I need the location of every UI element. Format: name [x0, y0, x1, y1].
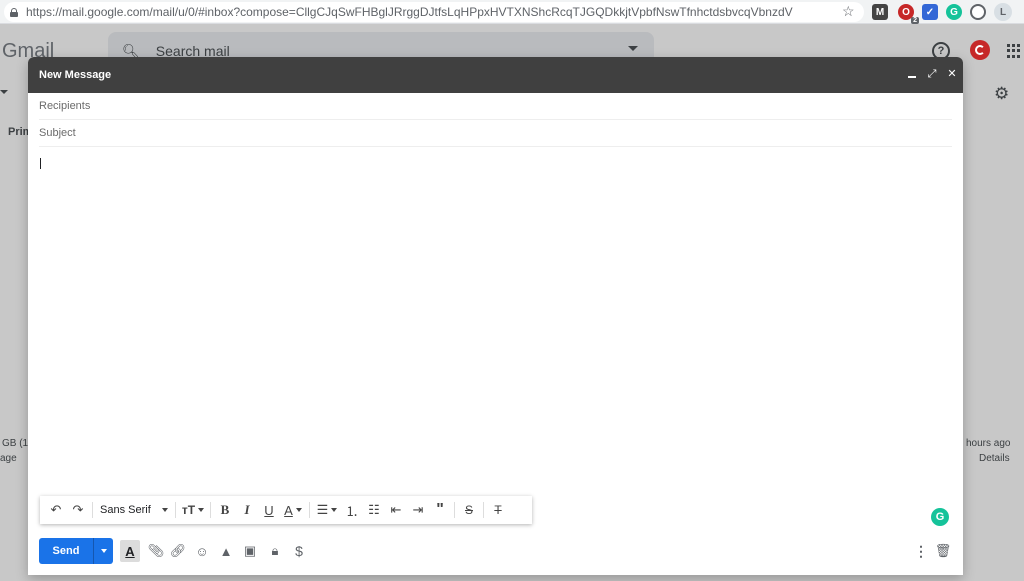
send-options-button[interactable]	[93, 538, 113, 564]
toolbar-divider	[454, 502, 455, 518]
bold-icon[interactable]: B	[214, 500, 236, 520]
extension-grammarly-icon[interactable]: G	[946, 4, 962, 20]
text-cursor	[40, 158, 41, 169]
dropdown-arrow-icon	[198, 508, 205, 512]
strikethrough-icon[interactable]: S	[458, 500, 480, 520]
insert-photo-icon[interactable]: ▣	[241, 542, 259, 560]
bulleted-list-icon[interactable]: ☷	[363, 500, 385, 520]
url-text[interactable]: https://mail.google.com/mail/u/0/#inbox?…	[26, 5, 793, 19]
manage-storage-partial[interactable]: age	[0, 453, 17, 464]
subject-field[interactable]	[39, 120, 952, 147]
extension-badge: 2	[911, 17, 919, 24]
account-avatar[interactable]	[970, 40, 990, 60]
insert-link-icon[interactable]: 🔗︎	[169, 542, 187, 560]
more-options-icon[interactable]: ⋮	[912, 542, 930, 560]
numbered-list-icon[interactable]: ⒈	[341, 500, 363, 520]
toolbar-divider	[175, 502, 176, 518]
toolbar-divider	[483, 502, 484, 518]
last-activity-text: hours ago	[966, 438, 1011, 449]
dropdown-arrow-icon	[295, 508, 302, 512]
recipients-field[interactable]	[39, 93, 952, 120]
remove-formatting-icon[interactable]: T	[487, 500, 509, 520]
undo-icon[interactable]: ↶	[45, 500, 67, 520]
confidential-mode-icon[interactable]: 🔒︎	[266, 542, 284, 560]
send-label[interactable]: Send	[39, 545, 93, 557]
header-controls: ⤢ ✕	[907, 68, 957, 80]
drive-icon[interactable]: ▲	[217, 542, 235, 560]
expand-icon[interactable]: ⤢	[927, 68, 937, 80]
minimize-icon[interactable]	[907, 68, 917, 80]
align-icon[interactable]: ☰	[313, 500, 341, 520]
indent-less-icon[interactable]: ⇤	[385, 500, 407, 520]
emoji-icon[interactable]: ☺	[193, 542, 211, 560]
details-link[interactable]: Details	[979, 453, 1010, 464]
indent-more-icon[interactable]: ⇥	[407, 500, 429, 520]
italic-icon[interactable]: I	[236, 500, 258, 520]
send-button[interactable]: Send	[39, 538, 113, 564]
search-options-icon[interactable]	[628, 46, 638, 51]
font-family-value: Sans Serif	[100, 504, 151, 516]
extension-m-icon[interactable]: M	[872, 4, 888, 20]
formatting-toolbar: ↶ ↷ Sans Serif тT B I U A ☰ ⒈ ☷ ⇤ ⇥ " S …	[40, 496, 532, 524]
extension-chrome-icon[interactable]	[970, 4, 986, 20]
recipients-input[interactable]	[39, 100, 952, 112]
discard-draft-icon[interactable]: 🗑︎	[934, 542, 952, 560]
underline-icon[interactable]: U	[258, 500, 280, 520]
compose-window: New Message ⤢ ✕ ↶ ↷ Sans Serif тT B I U …	[28, 57, 963, 575]
extension-calendar-icon[interactable]: ✓	[922, 4, 938, 20]
address-bar[interactable]: https://mail.google.com/mail/u/0/#inbox?…	[4, 2, 864, 22]
grammarly-icon[interactable]: G	[931, 508, 949, 526]
dropdown-arrow-icon	[331, 508, 338, 512]
message-body[interactable]	[39, 151, 952, 491]
send-money-icon[interactable]: $	[290, 542, 308, 560]
attach-file-icon[interactable]: 📎︎	[147, 542, 165, 560]
font-size-icon[interactable]: тT	[179, 500, 207, 520]
extension-opera-icon[interactable]: O2	[898, 4, 919, 24]
bookmark-star-icon[interactable]: ☆	[842, 4, 855, 18]
formatting-options-icon[interactable]: A	[120, 540, 140, 562]
toolbar-divider	[309, 502, 310, 518]
browser-toolbar: https://mail.google.com/mail/u/0/#inbox?…	[0, 0, 1024, 24]
quote-icon[interactable]: "	[429, 500, 451, 520]
compose-title: New Message	[39, 69, 112, 81]
select-caret-icon[interactable]	[0, 90, 8, 94]
settings-gear-icon[interactable]: ⚙	[994, 84, 1009, 104]
dropdown-arrow-icon	[100, 549, 107, 553]
toolbar-divider	[210, 502, 211, 518]
subject-input[interactable]	[39, 127, 952, 139]
lock-icon	[10, 7, 18, 17]
redo-icon[interactable]: ↷	[67, 500, 89, 520]
compose-header[interactable]: New Message ⤢ ✕	[28, 57, 963, 93]
apps-grid-icon[interactable]	[1007, 44, 1021, 58]
dropdown-arrow-icon	[162, 508, 168, 512]
toolbar-divider	[92, 502, 93, 518]
profile-avatar-icon[interactable]: L	[994, 3, 1012, 21]
close-icon[interactable]: ✕	[947, 68, 957, 80]
font-family-select[interactable]: Sans Serif	[96, 500, 172, 520]
text-color-icon[interactable]: A	[280, 500, 306, 520]
